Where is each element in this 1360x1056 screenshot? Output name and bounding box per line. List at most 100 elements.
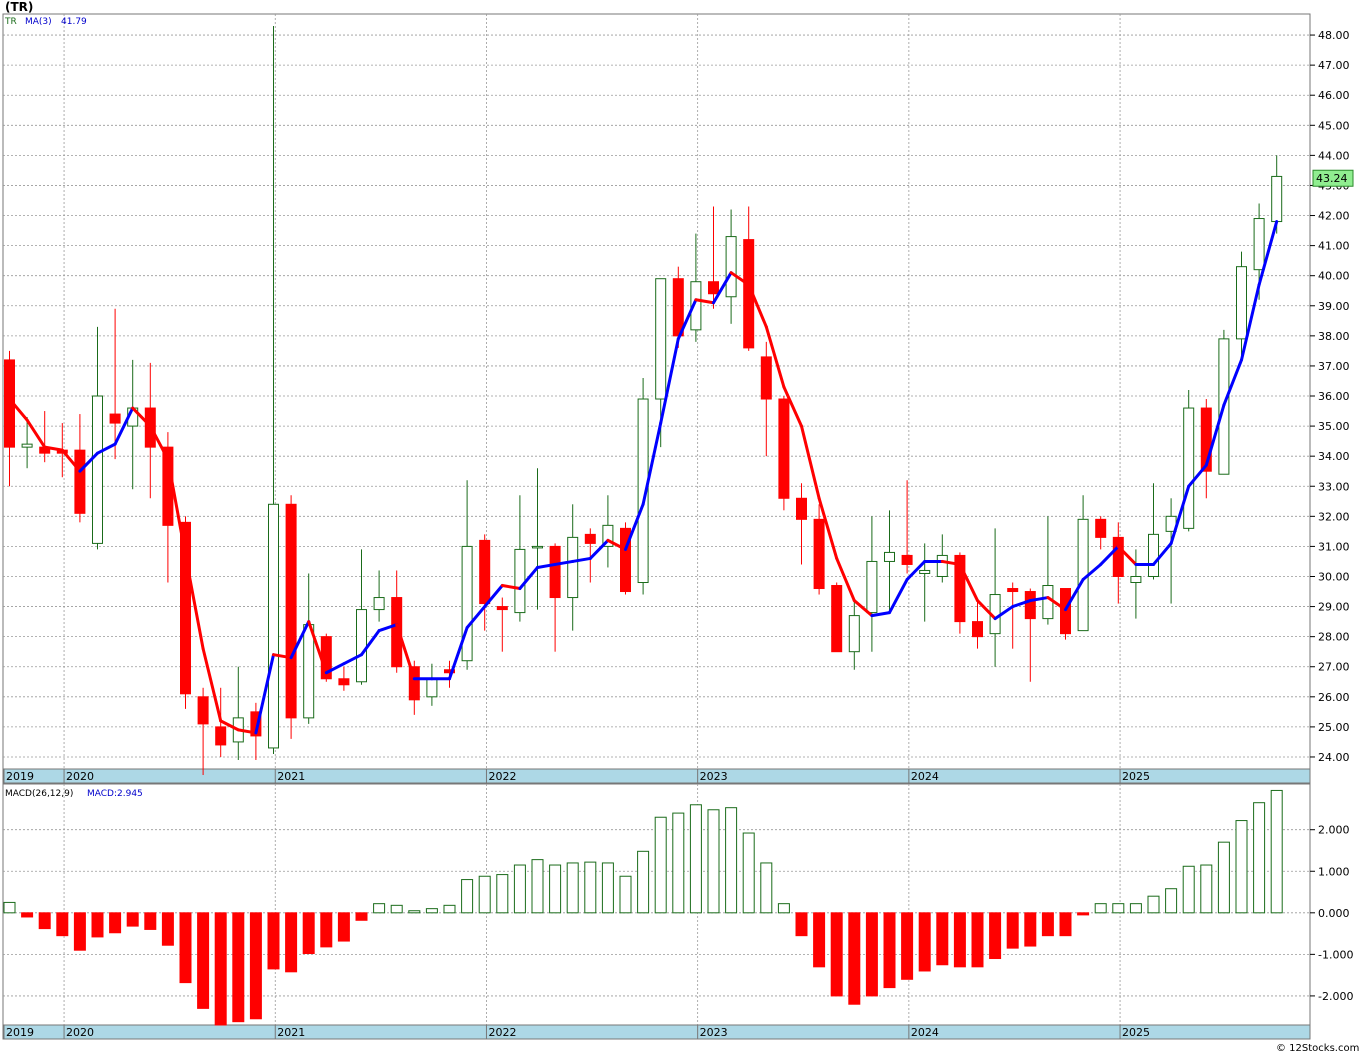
macd-bar — [531, 859, 544, 914]
candle-body — [884, 551, 895, 562]
macd-bar — [126, 912, 139, 927]
candle-body — [848, 615, 860, 653]
macd-bar — [320, 912, 333, 948]
price-tick-label: 25.00 — [1318, 721, 1350, 734]
macd-bar — [971, 912, 984, 968]
price-tick-label: 48.00 — [1318, 29, 1350, 42]
candle-body — [92, 395, 103, 544]
macd-bar — [584, 861, 597, 914]
macd-bar — [936, 912, 949, 966]
macd-bar — [619, 875, 632, 914]
macd-tick-label: 1.000 — [1318, 865, 1350, 878]
candle-body — [936, 554, 948, 577]
candle-body — [831, 585, 843, 653]
macd-bar — [777, 903, 790, 914]
price-tick-label: 42.00 — [1318, 210, 1350, 223]
price-tick-label: 40.00 — [1318, 270, 1350, 283]
candle-body — [1042, 585, 1054, 620]
candle-body — [74, 449, 86, 514]
macd-bar — [1059, 912, 1072, 937]
price-tick-label: 33.00 — [1318, 480, 1350, 493]
candle-body — [1253, 218, 1265, 271]
macd-legend-value: MACD:2.945 — [87, 789, 143, 799]
date-tick-label: 2019 — [6, 1026, 34, 1039]
date-tick-label: 2021 — [277, 1026, 305, 1039]
date-tick-label: 2019 — [6, 770, 34, 783]
macd-bar — [1200, 864, 1213, 914]
macd-bar — [989, 912, 1002, 960]
macd-bar — [1077, 912, 1090, 916]
macd-bar — [461, 879, 474, 914]
macd-bar — [214, 912, 227, 1026]
price-tick-label: 28.00 — [1318, 631, 1350, 644]
price-tick-label: 32.00 — [1318, 510, 1350, 523]
macd-bar — [161, 912, 174, 946]
price-tick-label: 39.00 — [1318, 300, 1350, 313]
macd-bar — [1129, 903, 1142, 914]
candle-body — [1148, 533, 1159, 577]
macd-bar — [355, 912, 368, 921]
candle-body — [514, 548, 526, 614]
price-date-axis — [2, 768, 1311, 784]
macd-bar — [1270, 789, 1283, 914]
macd-bar — [232, 912, 245, 1023]
price-tick-label: 36.00 — [1318, 390, 1350, 403]
macd-bar — [1024, 912, 1037, 947]
macd-bar — [1112, 903, 1125, 914]
price-legend-symbol: TR — [4, 17, 17, 27]
macd-bar — [1147, 895, 1160, 914]
macd-tick-label: 0.000 — [1318, 907, 1350, 920]
price-tick-label: 38.00 — [1318, 330, 1350, 343]
macd-bar — [672, 812, 685, 914]
price-tick-label: 26.00 — [1318, 691, 1350, 704]
macd-bar — [443, 904, 456, 914]
candle-body — [584, 533, 596, 544]
macd-bar — [1006, 912, 1019, 949]
price-legend-ma-label: MA(3) — [25, 17, 52, 27]
macd-bar — [373, 903, 386, 914]
price-tick-label: 35.00 — [1318, 420, 1350, 433]
candle-body — [1024, 591, 1036, 620]
macd-bar — [707, 809, 720, 914]
macd-bar — [689, 804, 702, 914]
macd-bar — [1235, 820, 1248, 914]
macd-tick-label: -1.000 — [1318, 948, 1353, 961]
macd-bar — [1094, 903, 1107, 914]
macd-bar — [249, 912, 262, 1020]
stock-chart: 24.00 25.00 26.00 27.00 28.00 29.00 30.00 31.00… — [2, 0, 1359, 1054]
macd-tick-label: -2.000 — [1318, 990, 1353, 1003]
candle-body — [373, 597, 385, 611]
macd-bar — [566, 862, 579, 914]
candle-body — [672, 278, 684, 337]
candle-body — [1060, 588, 1071, 635]
macd-bar — [496, 874, 509, 914]
candle-body — [796, 497, 807, 520]
macd-bar — [848, 912, 861, 1005]
candle-body — [813, 518, 825, 590]
candle-body — [285, 503, 297, 719]
date-tick-label: 2024 — [911, 1026, 939, 1039]
macd-bar — [601, 862, 614, 914]
macd-date-axis — [2, 1024, 1311, 1040]
price-tick-label: 27.00 — [1318, 661, 1350, 674]
macd-bar — [144, 912, 157, 930]
watermark: © 12Stocks.com — [1276, 1043, 1359, 1054]
price-tick-label: 31.00 — [1318, 540, 1350, 553]
candle-body — [496, 606, 508, 611]
date-tick-label: 2023 — [700, 770, 728, 783]
candle-body — [197, 696, 209, 725]
macd-bar — [1165, 888, 1178, 914]
macd-bar — [197, 912, 210, 1009]
price-tick-label: 29.00 — [1318, 601, 1350, 614]
macd-bar — [637, 850, 650, 914]
macd-bar — [865, 912, 878, 997]
date-tick-label: 2022 — [488, 770, 516, 783]
candle-body — [866, 560, 878, 614]
macd-bar — [918, 912, 931, 972]
macd-bar — [56, 912, 69, 937]
macd-bar — [478, 875, 491, 914]
candle-body — [1183, 407, 1195, 529]
date-tick-label: 2025 — [1122, 770, 1150, 783]
price-legend-ma-value: 41.79 — [61, 17, 87, 27]
macd-bar — [408, 910, 421, 914]
